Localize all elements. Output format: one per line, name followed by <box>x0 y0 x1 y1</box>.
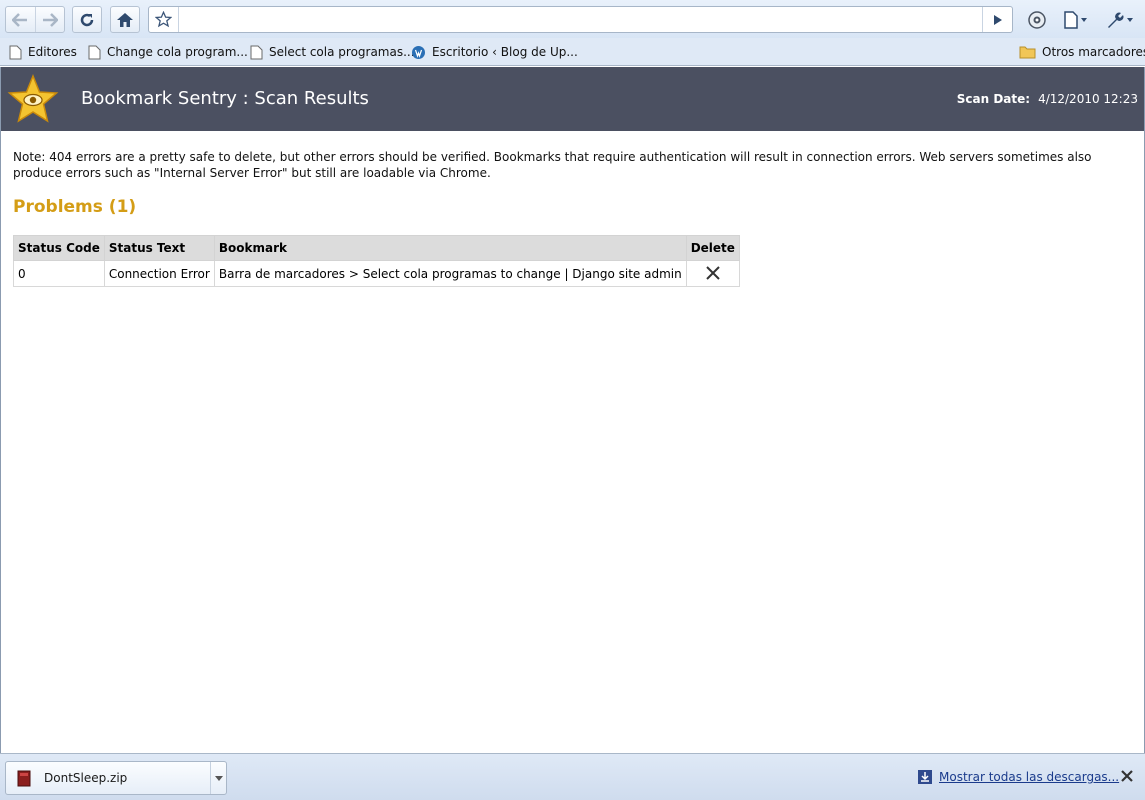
page-icon <box>88 45 101 59</box>
page-menu-icon <box>1064 11 1087 29</box>
bookmark-item-change-cola[interactable]: Change cola program... <box>88 42 248 62</box>
address-input[interactable] <box>181 10 981 29</box>
forward-arrow-icon <box>42 12 58 27</box>
go-button[interactable] <box>982 7 1012 32</box>
page-menu-button[interactable] <box>1063 8 1089 32</box>
scan-date-value: 4/12/2010 12:23 <box>1038 92 1138 106</box>
back-arrow-icon <box>12 12 28 27</box>
download-file-name: DontSleep.zip <box>44 771 128 785</box>
page-header: Bookmark Sentry : Scan Results Scan Date… <box>1 67 1144 131</box>
table-header-row: Status Code Status Text Bookmark Delete <box>13 235 740 261</box>
close-x-icon <box>706 266 720 280</box>
page-icon <box>250 45 263 59</box>
table-row: 0 Connection Error Barra de marcadores >… <box>13 260 740 287</box>
nav-buttons <box>5 6 65 33</box>
download-shelf: DontSleep.zip Mostrar todas las descarga… <box>0 753 1145 800</box>
download-item[interactable]: DontSleep.zip <box>5 761 227 795</box>
bookmark-item-select-cola[interactable]: Select cola programas... <box>250 42 415 62</box>
cell-delete <box>685 260 740 287</box>
bookmark-label: Editores <box>28 45 77 59</box>
home-icon <box>117 12 133 27</box>
bookmark-item-escritorio[interactable]: Escritorio ‹ Blog de Up... <box>411 42 578 62</box>
folder-icon <box>1019 46 1036 59</box>
play-arrow-icon <box>993 14 1002 25</box>
bookmark-item-editores[interactable]: Editores <box>9 42 77 62</box>
header-status-code: Status Code <box>13 235 105 261</box>
reload-button[interactable] <box>72 6 102 33</box>
cell-bookmark: Barra de marcadores > Select cola progra… <box>213 260 687 287</box>
star-eye-logo-icon <box>7 74 59 123</box>
page-content: Bookmark Sentry : Scan Results Scan Date… <box>0 67 1145 753</box>
bookmark-label: Change cola program... <box>107 45 248 59</box>
wrench-icon <box>1108 12 1133 28</box>
forward-button[interactable] <box>34 7 65 32</box>
browser-toolbar <box>0 0 1145 38</box>
header-status-text: Status Text <box>103 235 215 261</box>
cell-status-text: Connection Error <box>103 260 215 287</box>
other-bookmarks[interactable]: Otros marcadores <box>1019 42 1145 62</box>
scan-date-label: Scan Date: <box>956 92 1031 106</box>
bookmarks-bar: Editores Change cola program... Select c… <box>0 38 1145 66</box>
star-outline-icon <box>155 11 172 28</box>
extension-button[interactable] <box>1027 8 1047 32</box>
close-shelf-button[interactable] <box>1121 767 1133 786</box>
wordpress-icon <box>412 45 425 59</box>
note-text: Note: 404 errors are a pretty safe to de… <box>13 150 1092 180</box>
reload-icon <box>80 13 94 26</box>
problems-heading: Problems (1) <box>13 197 137 217</box>
back-button[interactable] <box>6 7 35 32</box>
home-button[interactable] <box>110 6 140 33</box>
page-icon <box>9 45 22 59</box>
zip-file-icon <box>17 770 31 787</box>
scan-date: Scan Date: 4/12/2010 12:23 <box>957 92 1138 106</box>
close-icon <box>1121 770 1133 782</box>
other-bookmarks-label: Otros marcadores <box>1042 45 1145 59</box>
chevron-down-icon <box>214 775 223 781</box>
tools-menu-button[interactable] <box>1105 8 1137 32</box>
bookmark-star-button[interactable] <box>149 7 179 32</box>
omnibox <box>148 6 1013 33</box>
download-arrow-icon <box>918 770 932 784</box>
header-delete: Delete <box>685 235 740 261</box>
show-all-downloads[interactable]: Mostrar todas las descargas... <box>917 769 1119 785</box>
extension-eye-icon <box>1028 11 1046 29</box>
page-title: Bookmark Sentry : Scan Results <box>81 88 369 109</box>
download-menu-button[interactable] <box>210 762 226 794</box>
header-bookmark: Bookmark <box>213 235 687 261</box>
show-all-downloads-link[interactable]: Mostrar todas las descargas... <box>939 770 1119 784</box>
cell-status-code: 0 <box>13 260 105 287</box>
bookmark-label: Select cola programas... <box>269 45 415 59</box>
bookmark-label: Escritorio ‹ Blog de Up... <box>432 45 578 59</box>
delete-button[interactable] <box>702 263 724 283</box>
results-table: Status Code Status Text Bookmark Delete … <box>13 235 740 287</box>
